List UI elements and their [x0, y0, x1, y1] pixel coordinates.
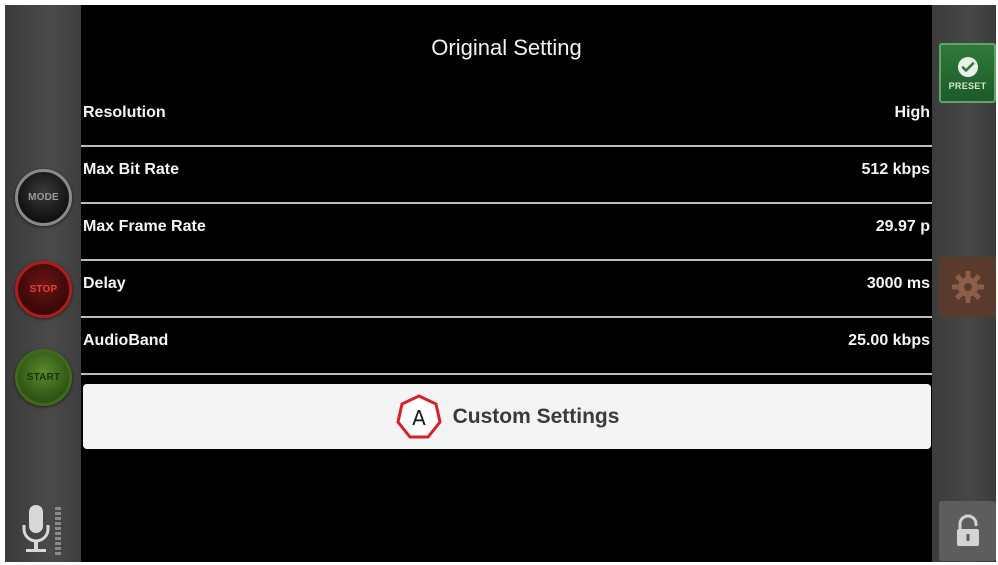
preset-label: PRESET — [948, 81, 987, 91]
settings-list: Resolution High Max Bit Rate 512 kbps Ma… — [81, 90, 932, 375]
setting-label: Delay — [83, 275, 126, 292]
microphone-icon[interactable] — [21, 503, 65, 559]
audio-level-meter — [55, 507, 61, 555]
setting-value: 3000 ms — [866, 275, 930, 292]
check-icon — [957, 57, 978, 77]
mode-button-label: MODE — [28, 192, 59, 203]
setting-label: Max Frame Rate — [83, 218, 206, 235]
start-button-label: START — [26, 372, 61, 383]
setting-label: AudioBand — [83, 332, 169, 349]
setting-row-max-frame-rate[interactable]: Max Frame Rate 29.97 p — [81, 204, 932, 261]
setting-row-resolution[interactable]: Resolution High — [81, 90, 932, 147]
settings-gear-button[interactable] — [939, 257, 996, 317]
setting-value: High — [894, 104, 930, 121]
custom-settings-button[interactable]: A Custom Settings — [83, 384, 931, 449]
gear-icon — [951, 271, 984, 303]
setting-label: Resolution — [83, 104, 166, 121]
mode-button[interactable]: MODE — [15, 169, 72, 226]
start-button[interactable]: START — [15, 349, 72, 406]
stop-button-label: STOP — [29, 284, 58, 295]
setting-value: 29.97 p — [875, 218, 930, 235]
app-frame: MODE STOP START Original Setting Resolut… — [0, 0, 998, 565]
settings-panel: Original Setting Resolution High Max Bit… — [81, 5, 932, 562]
left-control-rail: MODE STOP START — [5, 5, 81, 562]
custom-settings-label: Custom Settings — [452, 404, 620, 428]
lock-button[interactable] — [939, 501, 996, 561]
setting-value: 512 kbps — [861, 161, 930, 178]
setting-row-max-bit-rate[interactable]: Max Bit Rate 512 kbps — [81, 147, 932, 204]
setting-label: Max Bit Rate — [83, 161, 180, 178]
page-title: Original Setting — [431, 35, 582, 60]
setting-value: 25.00 kbps — [848, 332, 930, 349]
hexagon-badge-icon: A — [395, 393, 442, 438]
right-control-rail: PRESET — [932, 5, 996, 562]
badge-letter: A — [412, 406, 426, 430]
lock-icon — [956, 514, 979, 546]
stop-button[interactable]: STOP — [15, 261, 72, 318]
setting-row-audioband[interactable]: AudioBand 25.00 kbps — [81, 318, 932, 375]
preset-button[interactable]: PRESET — [939, 43, 996, 103]
setting-row-delay[interactable]: Delay 3000 ms — [81, 261, 932, 318]
